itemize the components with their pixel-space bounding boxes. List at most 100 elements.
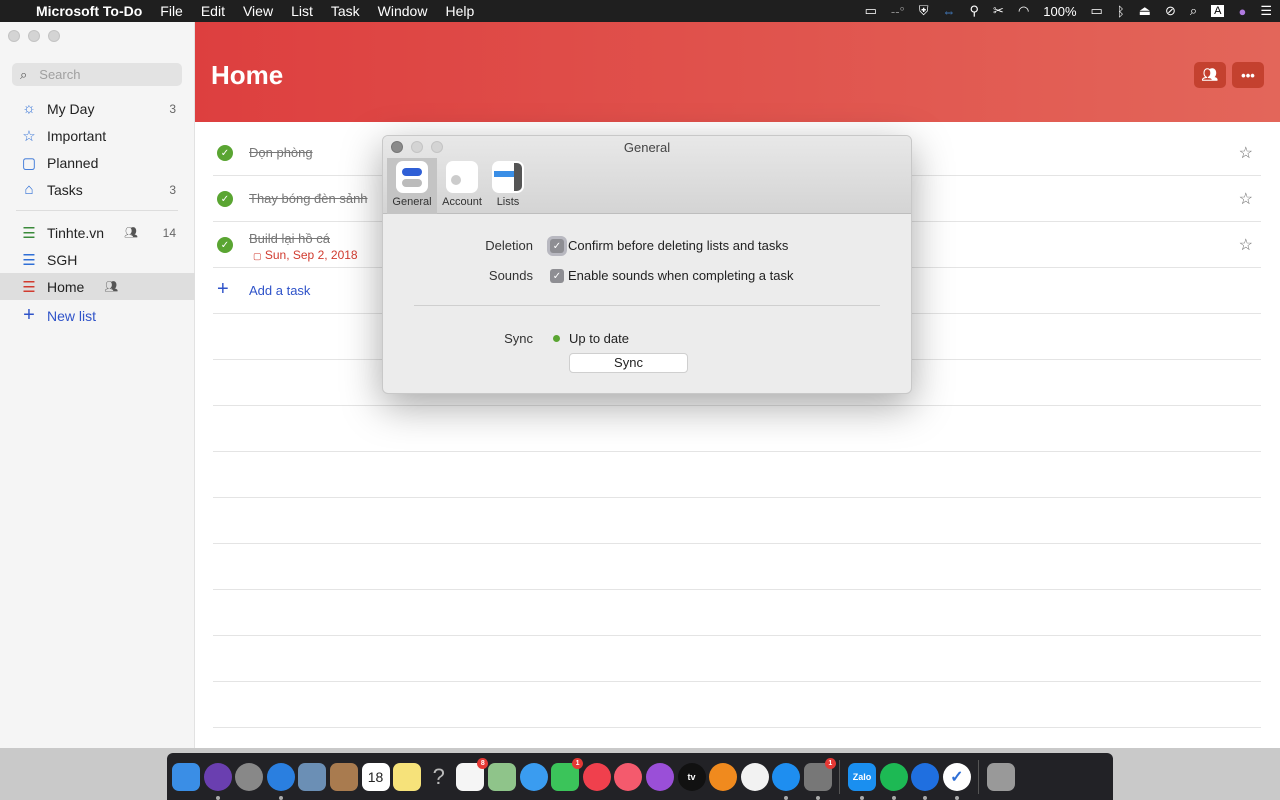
dock-music-icon[interactable] [614, 762, 643, 791]
menu-view[interactable]: View [234, 3, 282, 19]
star-icon[interactable]: ☆ [1239, 235, 1253, 255]
eject-icon[interactable]: ⏏ [1139, 3, 1151, 19]
completed-check-icon[interactable]: ✓ [217, 145, 233, 161]
dock-books-icon[interactable] [709, 762, 738, 791]
task-title: Dọn phòng [249, 145, 313, 160]
dock-help-icon[interactable]: ? [425, 763, 453, 791]
sync-label: Sync [504, 331, 533, 346]
input-source-icon[interactable]: A [1211, 5, 1225, 17]
menu-file[interactable]: File [151, 3, 192, 19]
app-menu[interactable]: Microsoft To-Do [27, 3, 151, 19]
sidebar-item-tasks[interactable]: ⌂ Tasks 3 [0, 176, 195, 203]
minimize-button[interactable] [28, 30, 40, 42]
dock-app-store-icon[interactable] [772, 762, 801, 800]
sidebar-item-planned[interactable]: ▢ Planned [0, 149, 195, 176]
sun-icon: ☼ [22, 100, 36, 117]
dock: 18? 8 1 tv 1 Zalo ✓ [167, 753, 1113, 800]
sidebar-item-label: Important [47, 127, 107, 144]
running-indicator [278, 795, 283, 800]
menu-bar: Microsoft To-Do File Edit View List Task Wind… [0, 0, 1280, 22]
dock-teamviewer-icon[interactable] [911, 762, 940, 800]
do-not-disturb-icon[interactable]: ⊘ [1165, 3, 1176, 19]
dock-contacts-icon[interactable] [329, 762, 358, 791]
sidebar-item-important[interactable]: ☆ Important [0, 122, 195, 149]
menu-task[interactable]: Task [322, 3, 369, 19]
menu-help[interactable]: Help [436, 3, 483, 19]
spotlight-search-icon[interactable]: ⌕ [1190, 3, 1197, 19]
dock-spotify-icon[interactable] [879, 762, 908, 800]
notification-badge: 1 [824, 757, 836, 769]
star-icon[interactable]: ☆ [1239, 189, 1253, 209]
display-icon[interactable]: ▭ [865, 3, 877, 19]
sidebar-item-my-day[interactable]: ☼ My Day 3 [0, 95, 195, 122]
dialog-toolbar: General General Account Lists [383, 136, 911, 214]
tool-icon[interactable]: ✂ [993, 3, 1004, 19]
dock-microsoft-to-do-icon[interactable]: ✓ [942, 762, 971, 800]
confirm-deletion-checkbox[interactable]: ✓ [550, 239, 564, 253]
completed-check-icon[interactable]: ✓ [217, 237, 233, 253]
teamviewer-icon[interactable]: ⇔ [943, 4, 956, 19]
dock-siri-icon[interactable] [203, 762, 232, 800]
sidebar-item-tinhte-vn[interactable]: ☰ Tinhte.vn 👥︎ 14 [0, 219, 195, 246]
star-icon[interactable]: ☆ [1239, 143, 1253, 163]
dock-system-preferences-icon[interactable]: 1 [803, 757, 836, 800]
search-input[interactable]: ⌕ Search [12, 63, 182, 86]
notification-center-icon[interactable]: ☰ [1260, 3, 1272, 19]
due-date: ▢ Sun, Sep 2, 2018 [253, 248, 358, 262]
enable-sounds-text[interactable]: Enable sounds when completing a task [568, 268, 793, 283]
dock-mail-eagle-icon[interactable] [298, 762, 327, 791]
tab-label: Account [442, 196, 482, 208]
siri-icon[interactable]: ● [1238, 4, 1246, 19]
dock-reminders-icon[interactable]: 8 [456, 757, 489, 791]
dock-notes-icon[interactable] [393, 762, 422, 791]
enable-sounds-checkbox[interactable]: ✓ [550, 269, 564, 283]
dock-calendar-icon[interactable]: 18 [361, 762, 390, 791]
dock-maps-icon[interactable] [487, 762, 516, 791]
pin-icon[interactable]: ⚲ [970, 3, 980, 19]
empty-row [213, 498, 1261, 544]
dock-news-icon[interactable] [582, 762, 611, 791]
dock-messages-icon[interactable] [519, 762, 548, 791]
sidebar-item-label: Home [47, 278, 85, 295]
dock-finder-icon[interactable] [172, 762, 200, 791]
sidebar-item-home[interactable]: ☰ Home 👥︎ [0, 273, 195, 300]
tab-account[interactable]: Account [437, 158, 487, 214]
search-icon: ⌕ [20, 66, 28, 82]
tab-lists[interactable]: Lists [483, 158, 533, 214]
wifi-icon[interactable]: ◠ [1018, 3, 1029, 19]
completed-check-icon[interactable]: ✓ [217, 191, 233, 207]
weather-temp[interactable]: --° [891, 4, 905, 19]
menu-list[interactable]: List [282, 3, 322, 19]
dock-photos-icon[interactable] [740, 762, 769, 791]
dock-podcasts-icon[interactable] [645, 762, 674, 791]
menu-window[interactable]: Window [369, 3, 437, 19]
menu-edit[interactable]: Edit [192, 3, 234, 19]
shared-people-icon: 👥︎ [124, 227, 139, 239]
zoom-button[interactable] [48, 30, 60, 42]
more-options-button[interactable]: ••• [1232, 62, 1264, 88]
dock-facetime-icon[interactable]: 1 [551, 757, 584, 791]
dock-apple-tv-icon[interactable]: tv [677, 762, 706, 791]
confirm-deletion-text[interactable]: Confirm before deleting lists and tasks [568, 238, 788, 253]
new-list-button[interactable]: + New list [0, 302, 195, 329]
calendar-icon: ▢ [253, 251, 262, 261]
dock-launchpad-icon[interactable] [235, 762, 264, 791]
search-placeholder: Search [39, 67, 81, 82]
dock-zalo-icon[interactable]: Zalo [848, 762, 877, 800]
running-indicator [215, 795, 220, 800]
sidebar-item-label: Tasks [47, 181, 83, 198]
home-check-icon: ⌂ [24, 181, 34, 198]
dock-trash-icon[interactable] [987, 762, 1016, 791]
sidebar-item-sgh[interactable]: ☰ SGH [0, 246, 195, 273]
dock-icon-label: Zalo [852, 771, 872, 782]
tab-general[interactable]: General [387, 158, 437, 214]
shield-icon[interactable]: ⛨ [919, 3, 929, 19]
sidebar-item-count: 14 [162, 225, 176, 240]
share-list-button[interactable]: 👥︎ [1194, 62, 1226, 88]
battery-icon[interactable]: ▭ [1091, 3, 1103, 19]
sync-button[interactable]: Sync [569, 353, 688, 373]
dock-safari-icon[interactable] [266, 762, 295, 800]
close-button[interactable] [8, 30, 20, 42]
bluetooth-icon[interactable]: ᛒ [1117, 4, 1125, 19]
battery-percent[interactable]: 100% [1043, 4, 1076, 19]
